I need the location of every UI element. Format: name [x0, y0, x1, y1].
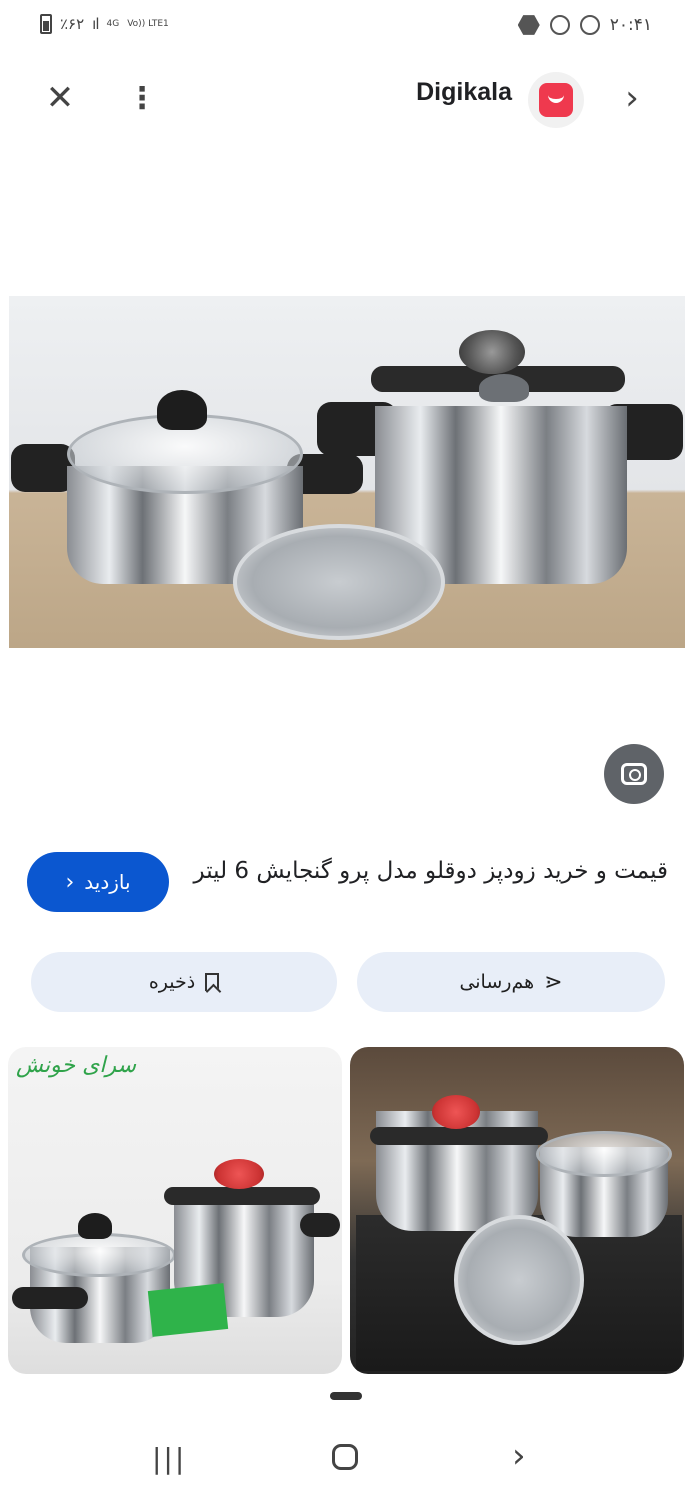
- close-icon[interactable]: ✕: [40, 78, 80, 118]
- sync-icon: [549, 15, 570, 35]
- visit-label: بازدید: [84, 870, 131, 894]
- lens-search-button[interactable]: [604, 744, 664, 804]
- status-left: ٪۶۲ ıl 4G Vo)) LTE1: [40, 14, 169, 34]
- more-vert-icon[interactable]: ⋮: [124, 78, 160, 118]
- cooker-lid-handle: [370, 1127, 548, 1145]
- site-name[interactable]: Digikala: [392, 78, 512, 107]
- home-icon[interactable]: [332, 1444, 358, 1470]
- pressure-gauge: [214, 1159, 264, 1189]
- site-logo-button[interactable]: [528, 72, 584, 128]
- green-packet: [147, 1283, 229, 1337]
- watermark-logo: سرای خونش: [16, 1053, 137, 1078]
- volte-indicator: Vo)) LTE1: [127, 19, 169, 29]
- digikala-logo-icon: [539, 83, 573, 117]
- bookmark-icon: [205, 973, 220, 991]
- network-indicator: 4G: [106, 19, 120, 29]
- status-right: ۲۰:۴۱: [517, 14, 652, 36]
- result-title[interactable]: قیمت و خرید زودپز دوقلو مدل پرو گنجایش 6…: [190, 852, 668, 890]
- signal-icon: ıl: [92, 15, 99, 33]
- pressure-valve: [479, 374, 529, 402]
- steamer-tray: [454, 1215, 584, 1345]
- related-image-thumbnail[interactable]: [350, 1047, 684, 1374]
- settings-hex-icon: [517, 15, 540, 35]
- system-nav-bar: ||| ›: [0, 1420, 692, 1500]
- battery-icon: [40, 14, 52, 34]
- glass-lid: [536, 1131, 672, 1177]
- visit-button[interactable]: بازدید ‹: [27, 852, 169, 912]
- gesture-handle[interactable]: [330, 1392, 362, 1400]
- steamer-tray: [233, 524, 445, 640]
- chevron-right-icon[interactable]: ›: [612, 78, 652, 118]
- pressure-gauge: [432, 1095, 480, 1129]
- share-button[interactable]: ⋖ هم‌رسانی: [357, 952, 665, 1012]
- lid-knob: [78, 1213, 112, 1239]
- pot-handle: [11, 444, 75, 492]
- chevron-left-icon: ‹: [65, 869, 75, 895]
- cooker-handle: [300, 1213, 340, 1237]
- save-label: ذخیره: [148, 971, 196, 993]
- cooker-lid-handle: [164, 1187, 320, 1205]
- save-button[interactable]: ذخیره: [31, 952, 337, 1012]
- back-chevron-icon[interactable]: ›: [512, 1436, 526, 1476]
- main-product-image[interactable]: [9, 296, 685, 648]
- clock: ۲۰:۴۱: [609, 15, 652, 35]
- share-label: هم‌رسانی: [459, 971, 535, 993]
- lid-knob: [157, 390, 207, 430]
- status-bar: ٪۶۲ ıl 4G Vo)) LTE1 ۲۰:۴۱: [0, 0, 692, 56]
- pressure-gauge: [459, 330, 525, 374]
- recent-apps-icon[interactable]: |||: [152, 1442, 186, 1475]
- share-icon: ⋖: [544, 969, 563, 995]
- camera-lens-icon: [621, 763, 647, 785]
- glass-lid: [22, 1233, 176, 1277]
- top-bar: ✕ ⋮ Digikala ›: [0, 60, 692, 132]
- pot-handle: [12, 1287, 88, 1309]
- recycle-icon: [579, 15, 600, 35]
- battery-level: ٪۶۲: [60, 15, 85, 33]
- related-image-thumbnail[interactable]: سرای خونش: [8, 1047, 342, 1374]
